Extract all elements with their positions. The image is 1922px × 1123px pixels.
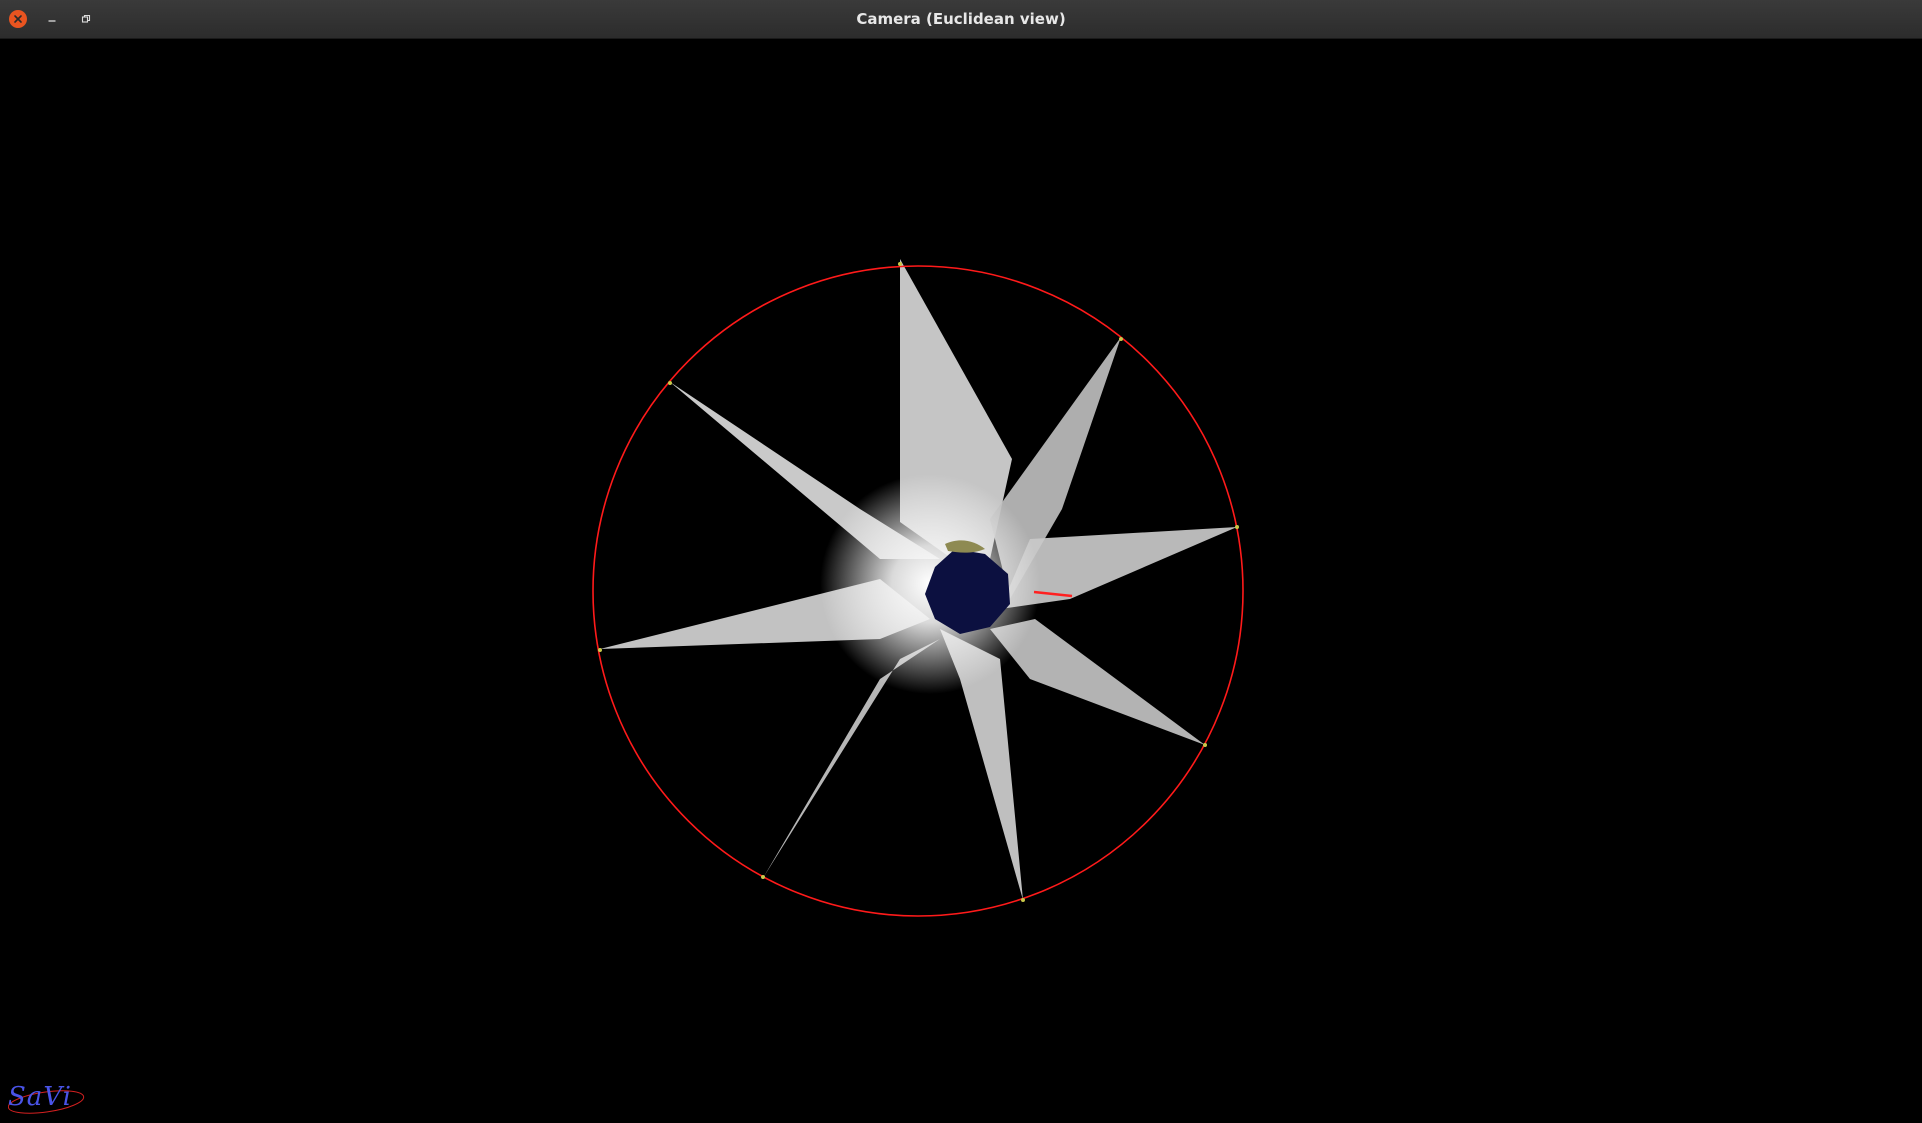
scene-canvas[interactable] <box>0 39 1922 1123</box>
satellite-marker <box>1235 525 1239 529</box>
satellite-marker <box>1119 337 1123 341</box>
satellite-marker <box>668 381 672 385</box>
window-titlebar[interactable]: Camera (Euclidean view) <box>0 0 1922 39</box>
3d-viewport[interactable] <box>0 39 1922 1123</box>
satellite-marker <box>1021 898 1025 902</box>
satellite-marker <box>761 875 765 879</box>
satellite-marker <box>1203 743 1207 747</box>
satellite-marker <box>898 262 902 266</box>
window-title: Camera (Euclidean view) <box>856 10 1066 28</box>
logo-text: SaVi <box>8 1082 72 1112</box>
savi-logo: SaVi <box>8 1080 88 1116</box>
satellite-marker <box>598 648 602 652</box>
